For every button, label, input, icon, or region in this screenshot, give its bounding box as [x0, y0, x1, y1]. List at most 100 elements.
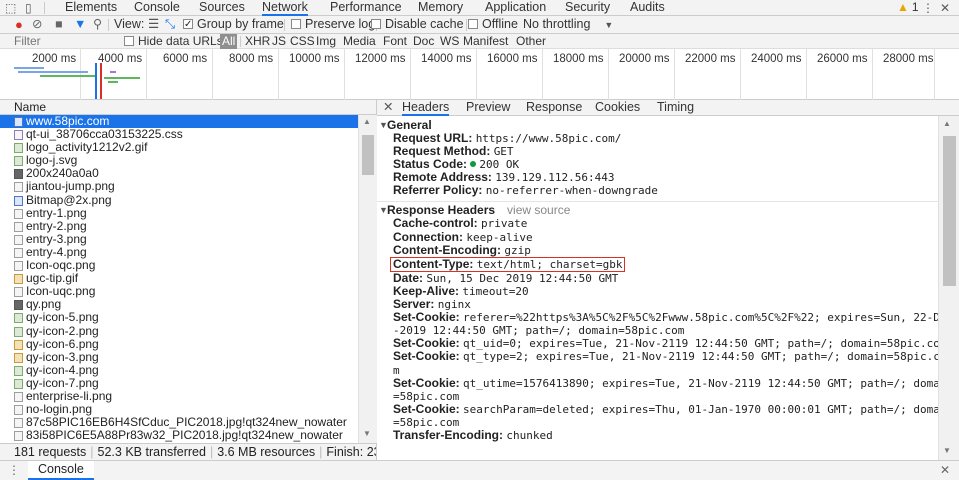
- filter-type-font[interactable]: Font: [383, 34, 407, 49]
- request-name: jiantou-jump.png: [26, 179, 115, 194]
- inspect-element-icon[interactable]: ⬚: [5, 1, 16, 15]
- view-label: View:: [114, 17, 145, 31]
- request-list-scrollbar[interactable]: ▲ ▼: [358, 115, 377, 443]
- header-row: Content-Type: text/html; charset=gbk: [377, 256, 938, 272]
- close-drawer-icon[interactable]: ✕: [940, 463, 950, 477]
- toolbar-separator: [108, 19, 109, 31]
- tab-elements[interactable]: Elements: [65, 0, 117, 16]
- filter-icon[interactable]: ▼: [74, 16, 86, 34]
- scroll-up-icon[interactable]: ▲: [363, 117, 371, 126]
- detail-tab-timing[interactable]: Timing: [657, 100, 694, 116]
- detail-tab-headers[interactable]: Headers: [402, 100, 450, 116]
- scrollbar-thumb[interactable]: [943, 136, 956, 286]
- timeline-overview[interactable]: 2000 ms 4000 ms 6000 ms 8000 ms 10000 ms…: [0, 49, 959, 100]
- close-detail-icon[interactable]: ✕: [383, 100, 393, 116]
- request-name: www.58pic.com: [26, 115, 110, 128]
- capture-screenshots-icon[interactable]: ■: [55, 16, 63, 34]
- large-rows-icon[interactable]: ☰: [148, 16, 159, 34]
- warning-badge[interactable]: ▲ 1: [897, 0, 919, 16]
- filter-type-other[interactable]: Other: [516, 34, 546, 49]
- file-icon: [14, 339, 23, 350]
- clear-icon[interactable]: ⊘: [32, 16, 42, 34]
- tab-memory[interactable]: Memory: [418, 0, 463, 16]
- filter-type-xhr[interactable]: XHR: [245, 34, 270, 49]
- section-divider: [377, 201, 938, 203]
- tab-security[interactable]: Security: [565, 0, 610, 16]
- drawer-tab-console[interactable]: Console: [28, 461, 94, 480]
- filter-type-media[interactable]: Media: [343, 34, 376, 49]
- tab-console[interactable]: Console: [134, 0, 180, 16]
- throttling-select[interactable]: No throttling ▼: [523, 16, 613, 34]
- file-icon: [14, 143, 23, 154]
- header-value: GET: [493, 145, 514, 159]
- header-row: Set-Cookie: qt_utime=1576413890; expires…: [377, 376, 938, 403]
- more-options-icon[interactable]: ⋮: [922, 1, 934, 15]
- checkbox-icon: [468, 19, 478, 29]
- detail-tab-cookies[interactable]: Cookies: [595, 100, 640, 116]
- request-name: 200x240a0a0: [26, 166, 99, 181]
- name-column-label: Name: [14, 100, 47, 114]
- general-section-title: General: [387, 118, 432, 132]
- header-value: searchParam=deleted; expires=Thu, 01-Jan…: [463, 402, 938, 416]
- filter-input[interactable]: [12, 34, 117, 48]
- header-value-continued: m: [393, 363, 400, 377]
- request-name: entry-3.png: [26, 231, 87, 246]
- request-name: qy-icon-2.png: [26, 323, 99, 338]
- name-column-header[interactable]: Name: [0, 100, 377, 115]
- offline-checkbox[interactable]: Offline: [468, 16, 518, 34]
- filter-type-manifest[interactable]: Manifest: [463, 34, 508, 49]
- file-icon: [14, 247, 23, 258]
- detail-tab-response[interactable]: Response: [526, 100, 582, 116]
- header-name: Remote Address:: [393, 170, 492, 185]
- request-name: logo_activity1212v2.gif: [26, 140, 148, 155]
- tab-performance[interactable]: Performance: [330, 0, 402, 16]
- disable-cache-label: Disable cache: [385, 17, 464, 31]
- request-name: logo-j.svg: [26, 153, 78, 168]
- group-by-frame-checkbox[interactable]: Group by frame: [183, 16, 284, 34]
- search-icon[interactable]: ⚲: [93, 16, 102, 34]
- file-icon: [14, 405, 23, 416]
- header-row: Set-Cookie: referer=%22https%3A%5C%2F%5C…: [377, 311, 938, 338]
- close-devtools-icon[interactable]: ✕: [940, 1, 950, 15]
- request-list: www.58pic.com qt-ui_38706cca03153225.css l…: [0, 115, 358, 443]
- response-headers-title: Response Headers: [387, 203, 496, 218]
- request-row[interactable]: 83i58PIC6E5A88Pr83w32_PIC2018.jpg!qt324n…: [0, 429, 358, 442]
- header-value: chunked: [506, 428, 553, 442]
- scrollbar-thumb[interactable]: [362, 135, 374, 175]
- filter-type-js[interactable]: JS: [272, 34, 286, 49]
- warning-icon: ▲: [897, 0, 909, 14]
- hide-data-urls-checkbox[interactable]: Hide data URLs: [124, 34, 223, 49]
- filter-type-doc[interactable]: Doc: [413, 34, 434, 49]
- request-name: qy-icon-6.png: [26, 336, 99, 351]
- filter-type-img[interactable]: Img: [316, 34, 336, 49]
- device-toolbar-icon[interactable]: ▯: [25, 1, 32, 15]
- hide-data-urls-label: Hide data URLs: [138, 34, 223, 48]
- disable-cache-checkbox[interactable]: Disable cache: [371, 16, 464, 34]
- tab-network[interactable]: Network: [262, 0, 308, 16]
- tab-sources[interactable]: Sources: [199, 0, 245, 16]
- waterfall-icon[interactable]: ⤡: [165, 16, 175, 34]
- record-icon[interactable]: ●: [15, 16, 23, 34]
- file-icon: [14, 287, 23, 298]
- preserve-log-checkbox[interactable]: Preserve log: [291, 16, 375, 34]
- collapse-triangle-icon: ▼: [379, 120, 388, 130]
- detail-scrollbar[interactable]: ▲ ▼: [938, 116, 959, 460]
- view-source-link[interactable]: view source: [507, 203, 570, 217]
- drawer-menu-icon[interactable]: ⋮: [8, 463, 20, 477]
- warning-count: 1: [911, 0, 919, 14]
- header-name: Cache-control:: [393, 216, 478, 231]
- header-name: Set-Cookie:: [393, 349, 460, 364]
- filter-type-all[interactable]: All: [220, 34, 238, 49]
- file-icon: [14, 352, 23, 363]
- filter-type-css[interactable]: CSS: [290, 34, 315, 49]
- scroll-down-icon[interactable]: ▼: [943, 446, 951, 455]
- filter-type-ws[interactable]: WS: [440, 34, 459, 49]
- tab-application[interactable]: Application: [485, 0, 546, 16]
- throttling-value: No throttling: [523, 17, 591, 31]
- request-name: Icon-oqc.png: [26, 258, 96, 273]
- toolbar-separator: [284, 19, 285, 31]
- scroll-up-icon[interactable]: ▲: [943, 119, 951, 128]
- scroll-down-icon[interactable]: ▼: [363, 429, 371, 438]
- tab-audits[interactable]: Audits: [630, 0, 665, 16]
- detail-tab-preview[interactable]: Preview: [466, 100, 510, 116]
